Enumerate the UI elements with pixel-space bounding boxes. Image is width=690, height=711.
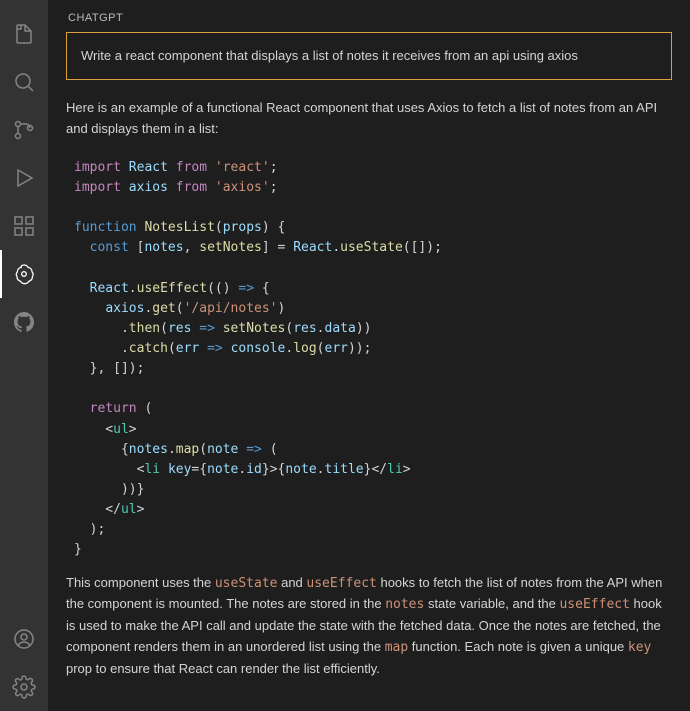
- inline-code-notes: notes: [385, 597, 424, 612]
- inline-code-key: key: [628, 640, 651, 655]
- extensions-icon[interactable]: [0, 202, 48, 250]
- code-block: import React from 'react'; import axios …: [66, 154, 672, 573]
- accounts-icon[interactable]: [0, 615, 48, 663]
- explorer-icon[interactable]: [0, 10, 48, 58]
- settings-gear-icon[interactable]: [0, 663, 48, 711]
- inline-code-usestate: useState: [215, 576, 278, 591]
- source-control-icon[interactable]: [0, 106, 48, 154]
- github-icon[interactable]: [0, 298, 48, 346]
- activity-bar: [0, 0, 48, 711]
- response-intro: Here is an example of a functional React…: [66, 98, 672, 140]
- panel-title: CHATGPT: [66, 10, 672, 32]
- inline-code-useeffect2: useEffect: [559, 597, 629, 612]
- prompt-input[interactable]: Write a react component that displays a …: [66, 32, 672, 80]
- run-debug-icon[interactable]: [0, 154, 48, 202]
- chatgpt-icon[interactable]: [0, 250, 48, 298]
- response-explanation: This component uses the useState and use…: [66, 573, 672, 680]
- search-icon[interactable]: [0, 58, 48, 106]
- main-panel: CHATGPT Write a react component that dis…: [48, 0, 690, 711]
- inline-code-useeffect: useEffect: [306, 576, 376, 591]
- inline-code-map: map: [385, 640, 408, 655]
